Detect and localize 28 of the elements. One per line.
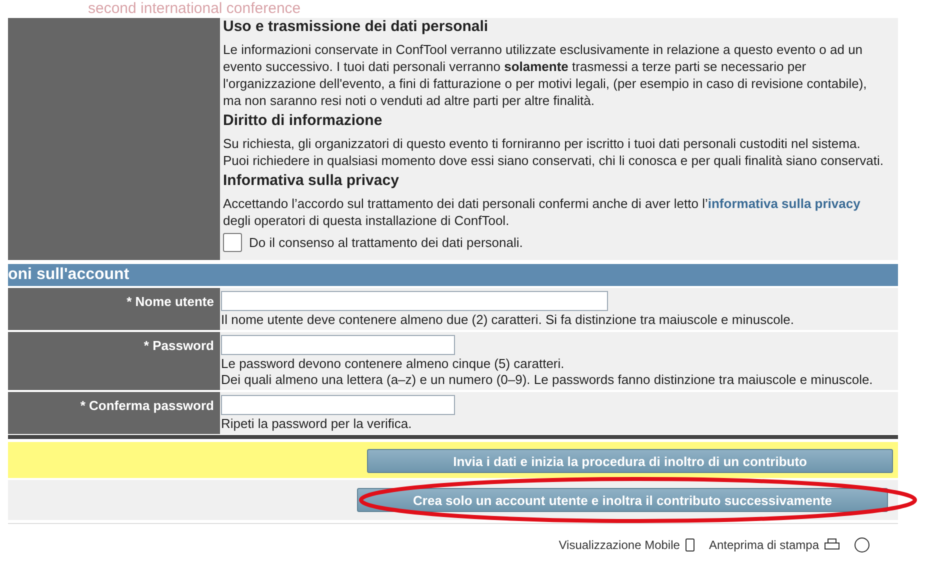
phone-icon — [684, 538, 695, 552]
help-icon[interactable] — [854, 537, 870, 553]
conference-title: second international conference — [88, 0, 301, 18]
printer-icon — [824, 538, 840, 552]
section-heading: Uso e trasmissione dei dati personali — [223, 18, 490, 36]
input-field[interactable] — [221, 335, 455, 355]
consent-label: Do il consenso al trattamento dei dati personali. — [249, 235, 523, 250]
field-hint: Dei quali almeno una lettera (a–z) e un numero (0–9). Le passwords fanno distinzione tra maiuscole e minuscole. — [221, 372, 874, 388]
paragraph: Accettando l’accordo sul trattamento dei dati personali confermi anche di aver letto l’informativa sulla privacy degli operatori di questa installazione di ConfTool. — [223, 195, 862, 229]
consent-checkbox[interactable] — [223, 233, 242, 252]
field-hint: Le password devono contenere almeno cinque (5) caratteri. — [221, 356, 566, 372]
section-heading: Diritto di informazione — [223, 112, 384, 130]
input-field[interactable] — [221, 291, 608, 311]
paragraph: Le informazioni conservate in ConfTool verranno utilizzate esclusivamente in relazione a questo evento o ad un evento successivo. I tuoi dati personali verranno solamente trasmessi a terze parti se necessario per l'organizzazione dell'evento, a fini di fatturazione o per motivi legali, (per esempio in caso di revisione contabile), ma non saranno resi noti o venduti ad altre parti per altre finalità. — [223, 41, 868, 109]
paragraph: Su richiesta, gli organizzatori di questo evento ti forniranno per iscritto i tuoi dati personali custoditi nel sistema. Puoi richiedere in qualsiasi momento dove essi siano conservati, chi li conosca e per quali finalità siano conservati. — [223, 135, 884, 169]
input-field[interactable] — [221, 395, 455, 415]
submit-button[interactable]: Crea solo un account utente e inoltra il contributo successivamente — [357, 488, 888, 512]
section-header: oni sull'account — [8, 264, 898, 286]
field-hint: Ripeti la password per la verifica. — [221, 416, 413, 432]
field-label: * Nome utente — [8, 288, 220, 330]
footer-link[interactable]: Visualizzazione Mobile — [558, 537, 695, 553]
privacy-link[interactable]: informativa sulla privacy — [708, 196, 860, 211]
field-hint: Il nome utente deve contenere almeno due (2) caratteri. Si fa distinzione tra maiuscole e minuscole. — [221, 312, 796, 328]
section-heading: Informativa sulla privacy — [223, 172, 400, 190]
field-label: * Conferma password — [8, 392, 220, 434]
field-label: * Password — [8, 332, 220, 390]
submit-button[interactable]: Invia i dati e inizia la procedura di inoltro di un contributo — [367, 449, 893, 473]
footer-link[interactable]: Anteprima di stampa — [708, 537, 840, 553]
